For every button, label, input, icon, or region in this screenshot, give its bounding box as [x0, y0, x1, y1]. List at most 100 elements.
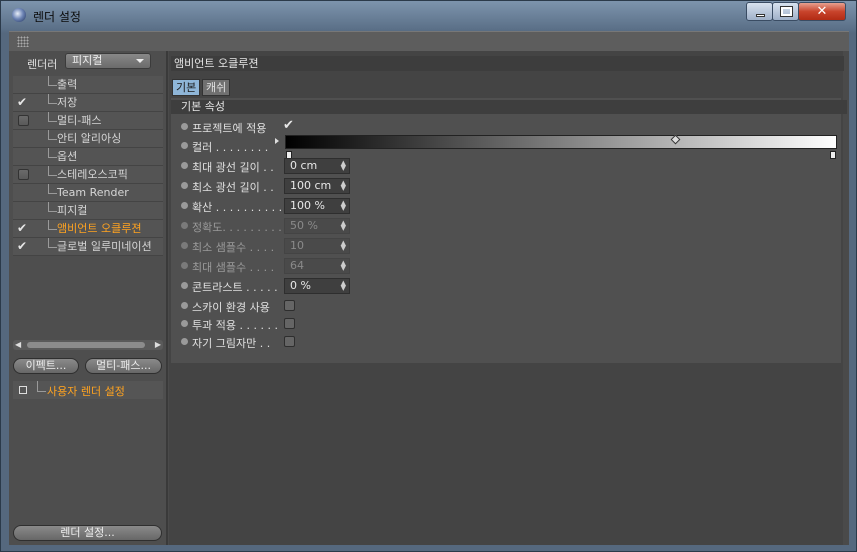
param-value-field[interactable]: 0 % ▲ ▼ [284, 278, 350, 294]
animation-dot-icon[interactable] [181, 202, 188, 209]
expand-arrow-icon[interactable] [275, 138, 279, 144]
chevron-down-icon [136, 59, 144, 63]
tree-item[interactable]: 멀티-패스 [13, 112, 163, 130]
tab-basic[interactable]: 기본 [172, 79, 201, 96]
param-value-field[interactable]: 100 % ▲ ▼ [284, 198, 350, 214]
param-value-field: 50 % ▲ ▼ [284, 218, 350, 234]
check-row: 스카이 환경 사용 [171, 297, 841, 315]
option-checkbox[interactable] [284, 336, 295, 347]
scroll-left-icon[interactable]: ◀ [15, 340, 21, 350]
animation-dot-icon[interactable] [181, 162, 188, 169]
renderer-label: 렌더러 [27, 58, 58, 71]
tree-connector [48, 220, 57, 230]
param-row: 최소 광선 길이 . . 100 cm ▲ ▼ [171, 177, 841, 195]
checked-icon[interactable]: ✔ [17, 240, 30, 253]
group-title: 기본 속성 [171, 100, 847, 114]
close-button[interactable]: ✕ [798, 2, 846, 21]
animation-dot-icon[interactable] [181, 242, 188, 249]
spinner-arrows-icon: ▲ ▼ [340, 259, 346, 272]
tree-item[interactable]: 피지컬 [13, 202, 163, 220]
tree-item-label: Team Render [57, 186, 129, 199]
param-row: 확산 . . . . . . . . . . . 100 % ▲ ▼ [171, 197, 841, 215]
unchecked-box[interactable] [18, 115, 29, 126]
tree-item[interactable]: Team Render [13, 184, 163, 202]
checked-icon[interactable]: ✔ [17, 96, 30, 109]
animation-dot-icon[interactable] [181, 123, 188, 130]
tree-connector [48, 238, 57, 248]
color-gradient[interactable] [285, 134, 837, 149]
param-label: 최소 샘플수 . . . . [192, 241, 275, 254]
spinner-arrows-icon[interactable]: ▲ ▼ [341, 200, 346, 212]
grip-handle-icon[interactable] [17, 36, 29, 47]
scroll-right-icon[interactable]: ▶ [155, 340, 161, 350]
tree-item-label: 안티 알리아싱 [57, 132, 122, 145]
renderer-dropdown[interactable]: 피지컬 [65, 53, 151, 69]
tree-item[interactable]: ✔ 글로벌 일루미네이션 [13, 238, 163, 256]
animation-dot-icon[interactable] [181, 302, 188, 309]
param-label: 최소 광선 길이 . . [192, 181, 274, 194]
title-bar[interactable]: 렌더 설정 ✕ [1, 1, 856, 30]
param-value: 100 cm [290, 179, 332, 192]
param-row: 최대 샘플수 . . . . 64 ▲ ▼ [171, 257, 841, 275]
dialog-body: 렌더러 피지컬 출력 ✔ 저장 멀티-패스안티 알리아싱옵션스테레오스코픽 Team R… [9, 51, 849, 545]
tree-item-label: 옵션 [57, 150, 78, 163]
animation-dot-icon[interactable] [181, 282, 188, 289]
maximize-button[interactable] [772, 2, 799, 21]
check-label: 스카이 환경 사용 [192, 301, 270, 314]
tree-item-label: 스테레오스코픽 [57, 168, 128, 181]
right-panel: 앰비언트 오클루젼 기본 캐쉬 기본 속성 프로젝트에 적용 ✔ 컬러 . . … [169, 51, 847, 545]
tree-item[interactable]: 옵션 [13, 148, 163, 166]
render-settings-button[interactable]: 렌더 설정... [13, 525, 162, 541]
param-value-field[interactable]: 100 cm ▲ ▼ [284, 178, 350, 194]
option-checkbox[interactable] [284, 300, 295, 311]
param-value-field[interactable]: 0 cm ▲ ▼ [284, 158, 350, 174]
param-label: 정확도. . . . . . . . . [192, 221, 282, 234]
spinner-arrows-icon: ▲ ▼ [340, 239, 346, 252]
animation-dot-icon[interactable] [181, 222, 188, 229]
animation-dot-icon[interactable] [181, 262, 188, 269]
render-settings-window: 렌더 설정 ✕ 렌더러 피지컬 출력 ✔ 저장 멀티-패스안티 알리아싱옵션스테레오스… [0, 0, 857, 552]
option-checkbox[interactable] [284, 318, 295, 329]
param-value: 10 [290, 239, 304, 252]
animation-dot-icon[interactable] [181, 142, 188, 149]
toolbar [9, 31, 849, 51]
tab-cache[interactable]: 캐쉬 [202, 79, 231, 96]
tree-item[interactable]: 출력 [13, 76, 163, 94]
checked-icon[interactable]: ✔ [17, 222, 30, 235]
param-value: 0 cm [290, 159, 318, 172]
tree-item[interactable]: 스테레오스코픽 [13, 166, 163, 184]
gradient-midpoint-handle[interactable] [670, 134, 681, 145]
unchecked-box[interactable] [18, 169, 29, 180]
param-label: 최대 광선 길이 . . [192, 161, 274, 174]
spinner-arrows-icon[interactable]: ▲ ▼ [341, 280, 346, 292]
param-value-field: 64 ▲ ▼ [284, 258, 350, 274]
tree-connector [37, 381, 46, 392]
basic-properties-group: 기본 속성 프로젝트에 적용 ✔ 컬러 . . . . . . . . 최대 광… [171, 98, 847, 363]
tree-item[interactable]: ✔ 앰비언트 오클루젼 [13, 220, 163, 238]
effect-button[interactable]: 이펙트... [13, 358, 79, 374]
color-row: 컬러 . . . . . . . . [171, 134, 841, 159]
tree-connector [48, 202, 57, 212]
settings-tree: 출력 ✔ 저장 멀티-패스안티 알리아싱옵션스테레오스코픽 Team Render 피지컬… [13, 76, 163, 256]
tree-connector [48, 94, 57, 104]
minimize-button[interactable] [746, 2, 773, 21]
apply-to-project-checkbox[interactable]: ✔ [283, 118, 294, 133]
animation-dot-icon[interactable] [181, 338, 188, 345]
check-label: 자기 그림자만 . . [192, 337, 271, 350]
horizontal-scrollbar[interactable]: ◀ ▶ [13, 340, 163, 350]
multipass-button[interactable]: 멀티-패스... [85, 358, 162, 374]
param-row: 콘트라스트 . . . . . 0 % ▲ ▼ [171, 277, 841, 295]
user-render-setting-item[interactable]: 사용자 렌더 설정 [13, 381, 163, 399]
param-label: 콘트라스트 . . . . . [192, 281, 278, 294]
color-label: 컬러 . . . . . . . . [192, 141, 269, 154]
spinner-arrows-icon[interactable]: ▲ ▼ [341, 160, 346, 172]
tree-item-label: 피지컬 [57, 204, 88, 217]
spinner-arrows-icon[interactable]: ▲ ▼ [341, 180, 346, 192]
animation-dot-icon[interactable] [181, 182, 188, 189]
tree-connector [48, 112, 57, 122]
tree-item[interactable]: 안티 알리아싱 [13, 130, 163, 148]
scrollbar-thumb[interactable] [27, 342, 145, 348]
tree-item[interactable]: ✔ 저장 [13, 94, 163, 112]
close-icon: ✕ [816, 4, 828, 19]
animation-dot-icon[interactable] [181, 320, 188, 327]
